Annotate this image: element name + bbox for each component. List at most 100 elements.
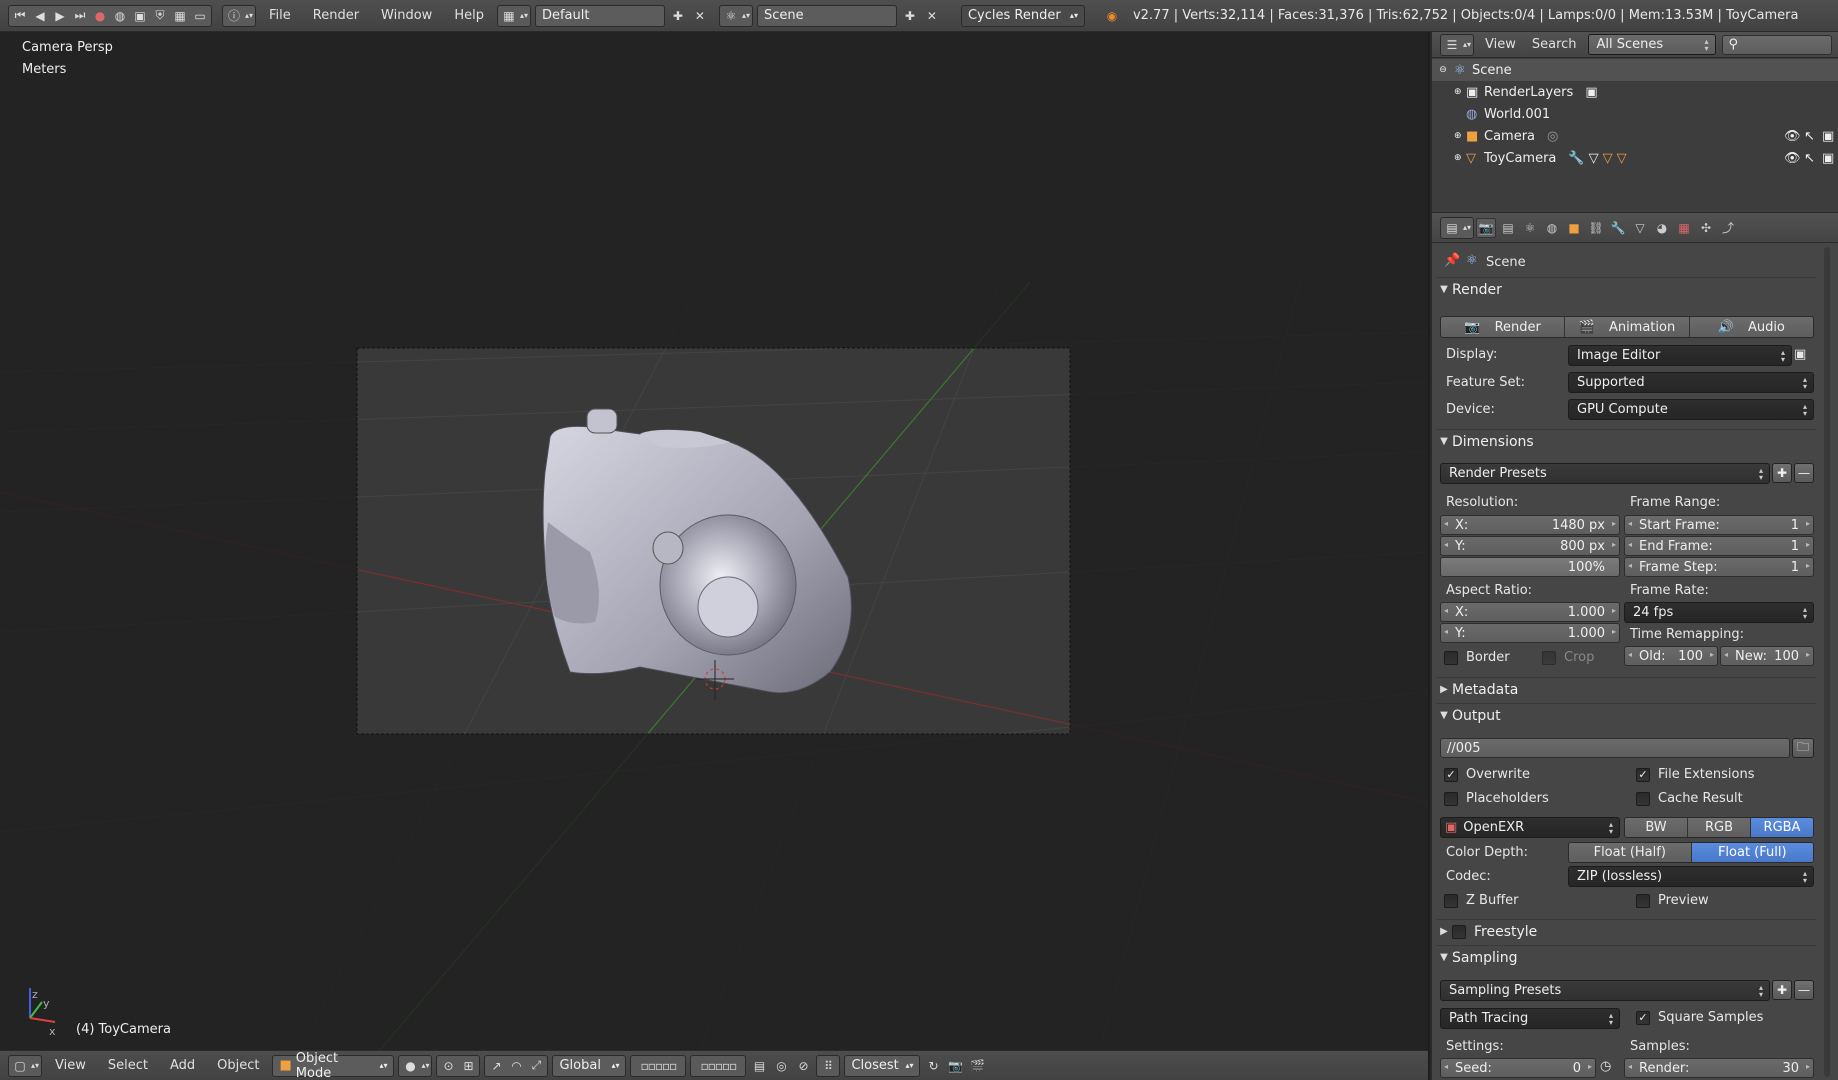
remove-layout-icon[interactable]: ✕ [691,7,709,25]
shield-icon[interactable]: ⛨ [151,7,169,25]
selectable-arrow-icon[interactable]: ↖ [1804,151,1815,166]
file-extensions-checkbox[interactable]: ✓ File Extensions [1636,767,1754,782]
preview-checkbox[interactable]: Preview [1636,893,1709,908]
outliner-row-renderlayers[interactable]: ⊕ ▣ RenderLayers ▣ [1432,81,1838,103]
feature-set-dropdown[interactable]: Supported ▴ ▾ [1568,372,1814,393]
tab-render[interactable]: 📷 [1476,217,1496,238]
outliner-row-toycamera[interactable]: ⊕ ▽ ToyCamera 🔧 ▽ ▽ ▽ 👁 ↖ ▣ [1432,147,1838,169]
layout-selector[interactable]: ▦ ▴▾ [496,4,531,27]
outliner-row-world[interactable]: ◍ World.001 [1432,103,1838,125]
tab-material[interactable]: ◕ [1652,218,1672,238]
depth-half[interactable]: Float (Half) [1569,843,1692,862]
panel-output-header[interactable]: ▼ Output [1436,703,1816,727]
pivot-dropdown[interactable]: ⊙ ⊞ [436,1054,481,1077]
tab-constraints[interactable]: ⛓ [1586,218,1606,238]
outliner-menu-search[interactable]: Search [1527,37,1582,52]
panel-dimensions-header[interactable]: ▼ Dimensions [1436,429,1816,453]
outliner-search-input[interactable]: ⚲ [1721,34,1832,55]
panel-metadata-header[interactable]: ▶ Metadata [1436,677,1816,701]
render-animation-icon[interactable]: 🎬 [968,1057,986,1075]
menu-file[interactable]: File [260,8,300,23]
display-dropdown[interactable]: Image Editor ▴ ▾ [1568,345,1792,366]
end-frame-field[interactable]: ◂ End Frame: 1 ▸ [1624,536,1814,556]
render-button[interactable]: 📷 Render [1441,317,1566,337]
layer-buttons-2[interactable]: ▫▫▫▫▫ [690,1054,747,1077]
animation-button[interactable]: 🎬 Animation [1565,317,1690,337]
proportional-edit-icon[interactable]: ◎ [772,1057,790,1075]
add-layout-icon[interactable]: ✚ [669,7,687,25]
resolution-percent-field[interactable]: 100% [1440,557,1620,577]
frame-step-field[interactable]: ◂ Frame Step: 1 ▸ [1624,557,1814,577]
codec-dropdown[interactable]: ZIP (lossless) ▴ ▾ [1568,866,1814,887]
animated-seed-clock-icon[interactable]: ◷ [1600,1059,1611,1074]
manipulator-rotate-icon[interactable]: ◠ [507,1057,525,1075]
expand-icon[interactable]: ⊕ [1454,153,1466,163]
add-preset-button[interactable]: ✚ [1772,463,1792,483]
file-format-dropdown[interactable]: ▣ OpenEXR ▴ ▾ [1440,817,1620,838]
snap-target-dropdown[interactable]: Closest ▴▾ [844,1054,921,1077]
play-icon[interactable]: ▶ [51,7,69,25]
tab-physics[interactable]: ⤴ [1718,218,1738,238]
resolution-y-field[interactable]: ◂ Y: 800 px ▸ [1440,536,1620,556]
remap-old-field[interactable]: ◂ Old: 100 ▸ [1624,646,1718,666]
tab-texture[interactable]: ▦ [1674,218,1694,238]
layout-name-field[interactable]: Default [534,4,665,27]
align-rotation-icon[interactable]: ↻ [924,1057,942,1075]
render-presets-dropdown[interactable]: Render Presets ▴ ▾ [1440,463,1770,484]
freestyle-checkbox-box[interactable] [1452,924,1466,939]
frame-rate-dropdown[interactable]: 24 fps ▴ ▾ [1624,602,1814,623]
snap-element-dropdown[interactable]: ⠿ [816,1054,841,1077]
output-path-input[interactable]: //005 [1440,738,1790,758]
renderable-camera-icon[interactable]: ▣ [1822,129,1834,144]
menu-render[interactable]: Render [304,8,368,23]
jump-end-icon[interactable]: ⏭ [71,7,89,25]
texture-icon[interactable]: ▦ [171,7,189,25]
tab-render-layers[interactable]: ▤ [1498,218,1518,238]
aspect-y-field[interactable]: ◂ Y: 1.000 ▸ [1440,623,1620,643]
record-icon[interactable]: ● [91,7,109,25]
seed-field[interactable]: ◂ Seed: 0 ▸ [1440,1058,1596,1078]
pin-icon[interactable]: 📌 [1444,253,1460,268]
remove-preset-button[interactable]: — [1794,463,1814,483]
browse-folder-button[interactable]: 🗀 [1792,738,1814,758]
render-still-icon[interactable]: 📷 [946,1057,964,1075]
collapse-icon[interactable]: ⊖ [1432,65,1454,75]
editor-type-button[interactable]: ▤ ▴▾ [1440,216,1474,239]
menu-add[interactable]: Add [161,1058,204,1073]
outliner-menu-view[interactable]: View [1480,37,1521,52]
sampling-presets-dropdown[interactable]: Sampling Presets ▴ ▾ [1440,980,1770,1001]
expand-icon[interactable]: ⊕ [1454,87,1466,97]
integrator-dropdown[interactable]: Path Tracing ▴ ▾ [1440,1008,1620,1029]
audio-button[interactable]: 🔊 Audio [1689,317,1813,337]
editor-type-button[interactable]: ⓘ ▴▾ [222,4,256,27]
play-reverse-icon[interactable]: ◀ [31,7,49,25]
menu-select[interactable]: Select [99,1058,157,1073]
manipulator-scale-icon[interactable]: ⤢ [527,1057,545,1075]
scene-selector[interactable]: ⚛ ▴▾ [718,4,753,27]
mode-dropdown[interactable]: ■ Object Mode ▴▾ [272,1051,395,1080]
channel-rgba[interactable]: RGBA [1751,818,1813,837]
placeholders-checkbox[interactable]: Placeholders [1444,791,1549,806]
channel-rgb[interactable]: RGB [1688,818,1751,837]
layer-buttons[interactable]: ▫▫▫▫▫ [630,1054,687,1077]
tab-world[interactable]: ◍ [1542,218,1562,238]
3d-viewport[interactable]: z y x Camera Persp Meters (4) ToyCamera [0,32,1428,1050]
visibility-eye-icon[interactable]: 👁 [1784,151,1801,166]
selectable-arrow-icon[interactable]: ↖ [1804,129,1815,144]
renderable-camera-icon[interactable]: ▣ [1822,151,1834,166]
square-samples-checkbox[interactable]: ✓ Square Samples [1636,1010,1763,1025]
tab-modifiers[interactable]: 🔧 [1608,218,1628,238]
new-icon[interactable]: ▣ [131,7,149,25]
menu-window[interactable]: Window [372,8,441,23]
tab-particles[interactable]: ✣ [1696,218,1716,238]
add-sampling-preset-button[interactable]: ✚ [1772,980,1792,1000]
cache-result-checkbox[interactable]: Cache Result [1636,791,1743,806]
resolution-x-field[interactable]: ◂ X: 1480 px ▸ [1440,515,1620,535]
border-checkbox[interactable]: Border [1444,650,1510,665]
outliner-row-scene[interactable]: ⊖ ⚛ Scene [1432,59,1838,81]
orientation-dropdown[interactable]: Global ▴▾ [552,1054,627,1077]
scene-name-field[interactable]: Scene [756,4,897,27]
crop-checkbox[interactable]: Crop [1542,650,1594,665]
render-samples-field[interactable]: ◂ Render: 30 ▸ [1624,1058,1814,1078]
channel-bw[interactable]: BW [1625,818,1688,837]
